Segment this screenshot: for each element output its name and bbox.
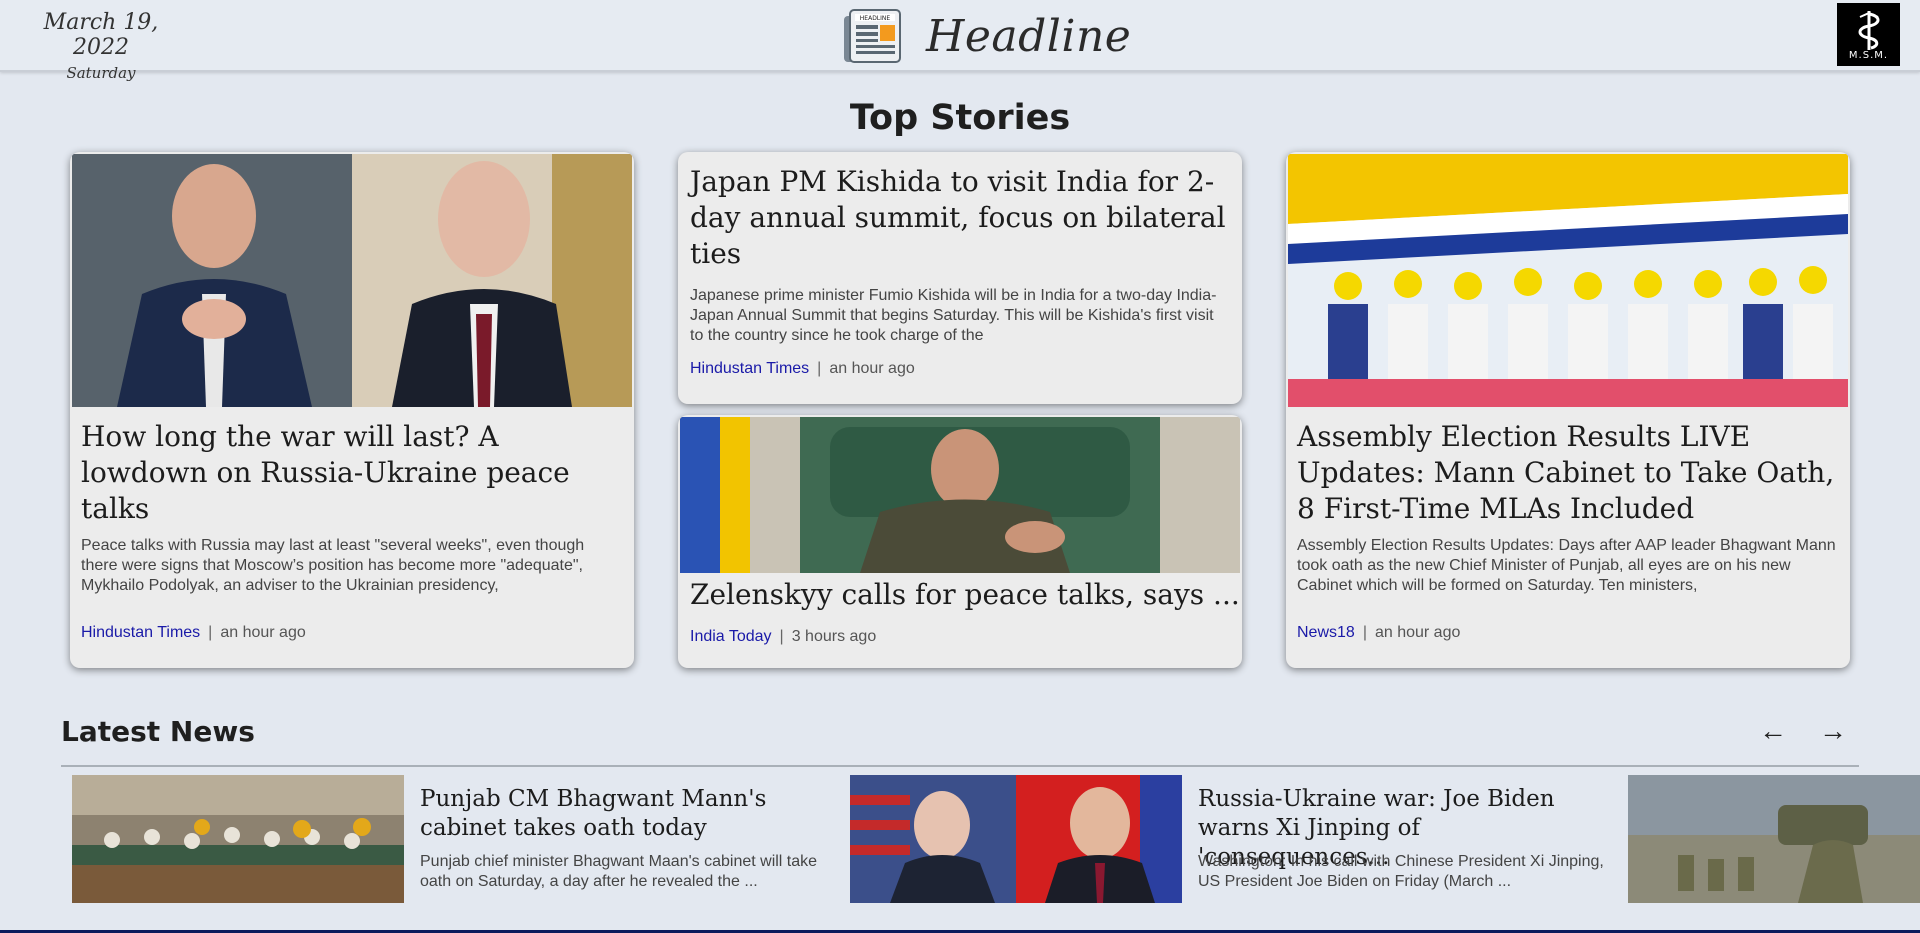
news-summary: Washington: In his call with Chinese Pre…	[1198, 853, 1604, 890]
latest-news-item[interactable]: Punjab CM Bhagwant Mann's cabinet takes …	[72, 775, 842, 903]
news-headline[interactable]: Punjab CM Bhagwant Mann's cabinet takes …	[420, 785, 840, 843]
story-summary: Japanese prime minister Fumio Kishida wi…	[690, 287, 1217, 344]
story-headline[interactable]: Assembly Election Results LIVE Updates: …	[1297, 419, 1842, 527]
latest-news-item[interactable]	[1628, 775, 1920, 903]
date-block: March 19, 2022 Saturday	[20, 10, 182, 82]
latest-news-item[interactable]: Russia-Ukraine war: Joe Biden warns Xi J…	[850, 775, 1620, 903]
latest-news-divider	[61, 765, 1859, 767]
news-thumbnail	[1628, 775, 1920, 903]
story-summary: Peace talks with Russia may last at leas…	[81, 537, 585, 594]
story-time: an hour ago	[220, 624, 306, 641]
msm-logo-text: M.S.M.	[1848, 50, 1889, 61]
story-source[interactable]: News18	[1297, 624, 1355, 641]
story-image	[72, 154, 632, 407]
story-headline[interactable]: How long the war will last? A lowdown on…	[81, 419, 621, 527]
story-meta: News18 | an hour ago	[1297, 624, 1460, 642]
newspaper-icon: HEADLINE	[844, 9, 901, 63]
msm-logo[interactable]: M.S.M.	[1837, 3, 1900, 66]
news-thumbnail	[850, 775, 1182, 903]
top-story-card[interactable]: Zelenskyy calls for peace talks, says ..…	[678, 415, 1242, 668]
top-story-card[interactable]: Japan PM Kishida to visit India for 2-da…	[678, 152, 1242, 404]
story-source[interactable]: India Today	[690, 628, 772, 645]
news-summary: Punjab chief minister Bhagwant Maan's ca…	[420, 853, 818, 890]
prev-arrow-button[interactable]: ←	[1756, 714, 1790, 748]
current-date: March 19, 2022	[43, 10, 159, 60]
story-image	[680, 417, 1240, 573]
story-source[interactable]: Hindustan Times	[690, 360, 809, 377]
meta-separator: |	[1362, 624, 1367, 641]
top-story-card[interactable]: Assembly Election Results LIVE Updates: …	[1286, 152, 1850, 668]
story-time: 3 hours ago	[791, 628, 877, 645]
news-thumbnail	[72, 775, 404, 903]
site-header: March 19, 2022 Saturday HEADLINE Headlin…	[0, 0, 1920, 82]
top-story-card[interactable]: How long the war will last? A lowdown on…	[70, 152, 634, 668]
top-stories-title: Top Stories	[849, 98, 1071, 138]
latest-news-title: Latest News	[61, 715, 255, 748]
newspaper-icon-text: HEADLINE	[860, 15, 891, 22]
story-summary: Assembly Election Results Updates: Days …	[1297, 537, 1836, 594]
meta-separator: |	[208, 624, 213, 641]
current-day: Saturday	[66, 64, 136, 82]
story-meta: Hindustan Times | an hour ago	[81, 624, 306, 642]
next-arrow-button[interactable]: →	[1816, 714, 1850, 748]
meta-separator: |	[779, 628, 784, 645]
caduceus-icon	[1858, 11, 1879, 50]
story-headline[interactable]: Japan PM Kishida to visit India for 2-da…	[690, 164, 1230, 272]
story-headline[interactable]: Zelenskyy calls for peace talks, says ..…	[690, 577, 1240, 613]
site-title: Headline	[926, 10, 1132, 62]
site-brand[interactable]: HEADLINE Headline	[842, 7, 1131, 65]
story-meta: Hindustan Times | an hour ago	[690, 360, 915, 378]
story-time: an hour ago	[1374, 624, 1461, 641]
story-image	[1288, 154, 1848, 407]
story-time: an hour ago	[829, 360, 915, 377]
meta-separator: |	[817, 360, 822, 377]
story-meta: India Today | 3 hours ago	[690, 628, 876, 646]
story-source[interactable]: Hindustan Times	[81, 624, 200, 641]
